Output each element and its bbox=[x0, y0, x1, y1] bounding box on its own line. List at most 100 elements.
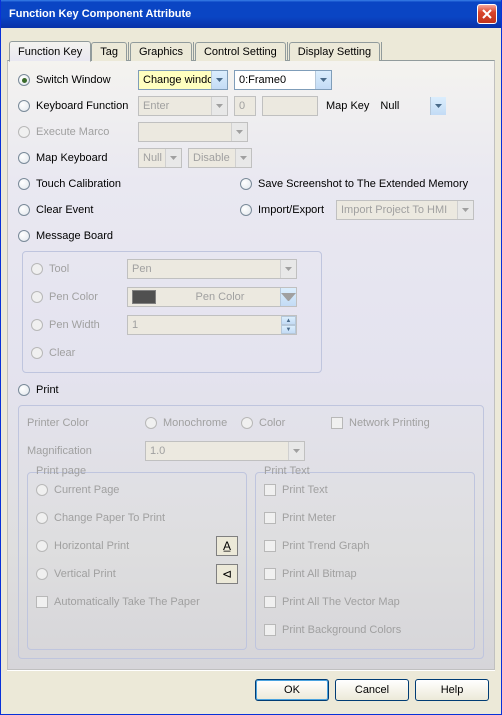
radio-save-screenshot[interactable] bbox=[240, 178, 252, 190]
spinner-pen-width: 1 ▲▼ bbox=[127, 315, 297, 335]
check-print-vector bbox=[264, 596, 276, 608]
label-clear-event: Clear Event bbox=[36, 204, 234, 216]
radio-horizontal-print bbox=[36, 540, 48, 552]
label-print-bitmap: Print All Bitmap bbox=[282, 568, 357, 580]
radio-touch-calibration[interactable] bbox=[18, 178, 30, 190]
chevron-down-icon bbox=[315, 71, 331, 89]
radio-monochrome bbox=[145, 417, 157, 429]
label-switch-window: Switch Window bbox=[36, 74, 132, 86]
label-magnification: Magnification bbox=[27, 445, 115, 457]
label-print-bg: Print Background Colors bbox=[282, 624, 401, 636]
chevron-down-icon bbox=[235, 149, 251, 167]
dropdown-kb-action: Enter bbox=[138, 96, 228, 116]
label-message-board: Message Board bbox=[36, 230, 113, 242]
label-map-key: Map Key bbox=[326, 100, 369, 112]
radio-clear bbox=[31, 347, 43, 359]
label-touch-calibration: Touch Calibration bbox=[36, 178, 234, 190]
radio-clear-event[interactable] bbox=[18, 204, 30, 216]
chevron-down-icon bbox=[165, 149, 181, 167]
label-vertical-print: Vertical Print bbox=[54, 568, 210, 580]
radio-keyboard-function[interactable] bbox=[18, 100, 30, 112]
spin-down-icon: ▼ bbox=[281, 325, 296, 334]
radio-color bbox=[241, 417, 253, 429]
radio-switch-window[interactable] bbox=[18, 74, 30, 86]
check-print-bitmap bbox=[264, 568, 276, 580]
label-import-export: Import/Export bbox=[258, 204, 330, 216]
tab-graphics[interactable]: Graphics bbox=[130, 42, 192, 61]
radio-current-page bbox=[36, 484, 48, 496]
label-network-printing: Network Printing bbox=[349, 417, 430, 429]
row-switch-window: Switch Window Change window 0:Frame0 bbox=[18, 69, 484, 91]
chevron-down-icon bbox=[211, 97, 227, 115]
row-touch-save: Touch Calibration Save Screenshot to The… bbox=[18, 173, 484, 195]
tab-tag[interactable]: Tag bbox=[91, 42, 127, 61]
label-auto-take-paper: Automatically Take The Paper bbox=[54, 596, 200, 608]
titlebar[interactable]: Function Key Component Attribute bbox=[1, 0, 501, 28]
group-message-board: Tool Pen Pen Color Pen Color bbox=[22, 251, 322, 373]
color-swatch bbox=[132, 290, 156, 304]
group-print: Printer Color Monochrome Color Network P… bbox=[18, 405, 484, 659]
legend-print-page: Print page bbox=[34, 465, 88, 477]
label-horizontal-print: Horizontal Print bbox=[54, 540, 210, 552]
label-change-paper: Change Paper To Print bbox=[54, 512, 165, 524]
radio-message-board[interactable] bbox=[18, 230, 30, 242]
radio-import-export[interactable] bbox=[240, 204, 252, 216]
label-keyboard-function: Keyboard Function bbox=[36, 100, 132, 112]
label-pen-color: Pen Color bbox=[49, 291, 121, 303]
radio-pen-width bbox=[31, 319, 43, 331]
label-clear: Clear bbox=[49, 347, 75, 359]
group-print-text: Print Text Print Text Print Meter Print … bbox=[255, 472, 475, 650]
dropdown-mapkb-2: Disable bbox=[188, 148, 252, 168]
help-button[interactable]: Help bbox=[415, 679, 489, 701]
dropdown-switch-type[interactable]: Change window bbox=[138, 70, 228, 90]
field-kb-extra bbox=[262, 96, 318, 116]
radio-map-keyboard[interactable] bbox=[18, 152, 30, 164]
check-print-trend bbox=[264, 540, 276, 552]
label-save-screenshot: Save Screenshot to The Extended Memory bbox=[258, 178, 468, 190]
radio-print[interactable] bbox=[18, 384, 30, 396]
label-print-meter: Print Meter bbox=[282, 512, 336, 524]
dialog-window: Function Key Component Attribute Functio… bbox=[0, 0, 502, 715]
button-bar: OK Cancel Help bbox=[7, 670, 495, 708]
row-print-radio: Print bbox=[18, 379, 484, 401]
chevron-down-icon bbox=[430, 97, 446, 115]
label-current-page: Current Page bbox=[54, 484, 119, 496]
label-print-trend: Print Trend Graph bbox=[282, 540, 369, 552]
close-icon bbox=[482, 9, 492, 19]
row-clear-import: Clear Event Import/Export Import Project… bbox=[18, 199, 484, 221]
label-printer-color: Printer Color bbox=[27, 417, 115, 429]
tab-display-setting[interactable]: Display Setting bbox=[289, 42, 380, 61]
chevron-down-icon bbox=[280, 288, 296, 306]
close-button[interactable] bbox=[477, 4, 497, 24]
tab-function-key[interactable]: Function Key bbox=[9, 41, 91, 62]
row-execute-macro: Execute Marco bbox=[18, 121, 484, 143]
check-print-meter bbox=[264, 512, 276, 524]
tab-control-setting[interactable]: Control Setting bbox=[195, 42, 286, 61]
button-pen-color: Pen Color bbox=[127, 287, 297, 307]
label-pen-width: Pen Width bbox=[49, 319, 121, 331]
chevron-down-icon bbox=[231, 123, 247, 141]
ok-button[interactable]: OK bbox=[255, 679, 329, 701]
check-network-printing bbox=[331, 417, 343, 429]
radio-execute-macro bbox=[18, 126, 30, 138]
cancel-button[interactable]: Cancel bbox=[335, 679, 409, 701]
legend-print-text: Print Text bbox=[262, 465, 312, 477]
row-map-keyboard: Map Keyboard Null Disable bbox=[18, 147, 484, 169]
label-print: Print bbox=[36, 384, 59, 396]
label-monochrome: Monochrome bbox=[163, 417, 235, 429]
chevron-down-icon bbox=[211, 71, 227, 89]
dropdown-map-key[interactable]: Null bbox=[375, 96, 447, 116]
dropdown-frame[interactable]: 0:Frame0 bbox=[234, 70, 332, 90]
tab-bar: Function Key Tag Graphics Control Settin… bbox=[7, 38, 495, 60]
dropdown-macro bbox=[138, 122, 248, 142]
horizontal-print-icon: A̲ bbox=[216, 536, 238, 556]
client-area: Function Key Tag Graphics Control Settin… bbox=[1, 28, 501, 714]
label-print-vector: Print All The Vector Map bbox=[282, 596, 400, 608]
chevron-down-icon bbox=[288, 442, 304, 460]
dropdown-tool: Pen bbox=[127, 259, 297, 279]
label-execute-macro: Execute Marco bbox=[36, 126, 132, 138]
dropdown-kb-num: 0 bbox=[234, 96, 256, 116]
check-auto-take-paper bbox=[36, 596, 48, 608]
label-map-keyboard: Map Keyboard bbox=[36, 152, 132, 164]
label-print-text: Print Text bbox=[282, 484, 328, 496]
